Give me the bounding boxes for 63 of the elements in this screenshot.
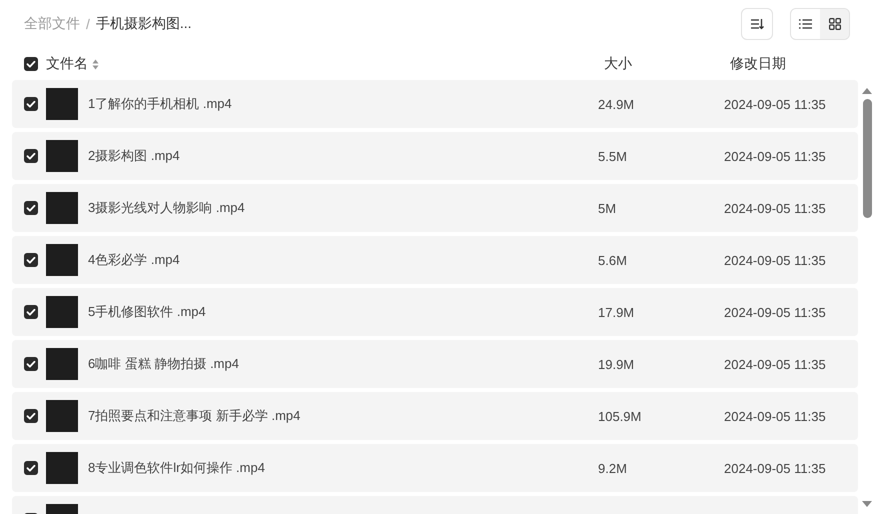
- checkbox[interactable]: [24, 149, 38, 163]
- file-row[interactable]: 4色彩必学 .mp4 5.6M 2024-09-05 11:35: [12, 236, 858, 284]
- checkbox[interactable]: [24, 201, 38, 215]
- video-thumbnail: [46, 192, 78, 224]
- column-header[interactable]: 修改日期: [730, 55, 786, 71]
- sort-button[interactable]: [741, 8, 773, 40]
- file-size: 105.9M: [598, 408, 642, 424]
- scrollbar-thumb[interactable]: [862, 99, 872, 218]
- file-name: 4色彩必学 .mp4: [88, 251, 181, 269]
- grid-view-icon: [828, 18, 840, 30]
- current-folder: 手机摄影构图...: [96, 15, 192, 33]
- file-row[interactable]: 5手机修图软件 .mp4 17.9M 2024-09-05 11:35: [12, 288, 858, 336]
- file-name: 5手机修图软件 .mp4: [88, 303, 207, 321]
- modified-date: 2024-09-05 11:35: [724, 148, 826, 164]
- video-thumbnail: [46, 140, 78, 172]
- checkbox[interactable]: [24, 357, 38, 371]
- file-row[interactable]: 1了解你的手机相机 .mp4 24.9M 2024-09-05 11:35: [12, 80, 858, 128]
- modified-date: 2024-09-05 11:35: [724, 356, 826, 372]
- file-row[interactable]: 3摄影光线对人物影响 .mp4 5M 2024-09-05 11:35: [12, 184, 858, 232]
- checkbox[interactable]: [24, 461, 38, 475]
- scroll-up-icon[interactable]: [862, 88, 872, 94]
- file-row[interactable]: 7拍照要点和注意事项 新手必学 .mp4 105.9M 2024-09-05 11:35: [12, 392, 858, 440]
- file-name: 3摄影光线对人物影响 .mp4: [88, 199, 246, 217]
- modified-date: 2024-09-05 11:35: [724, 304, 826, 320]
- list-view-button[interactable]: [791, 9, 820, 39]
- checkbox[interactable]: [24, 409, 38, 423]
- file-size: 9.2M: [598, 460, 628, 476]
- video-thumbnail: [46, 296, 78, 328]
- file-row[interactable]: 8专业调色软件lr如何操作 .mp4 9.2M 2024-09-05 11:35: [12, 444, 858, 492]
- file-size: 24.9M: [598, 96, 636, 112]
- modified-date: 2024-09-05 11:35: [724, 408, 826, 424]
- file-name: 1了解你的手机相机 .mp4: [88, 95, 233, 113]
- video-thumbnail: [46, 348, 78, 380]
- video-thumbnail: [46, 400, 78, 432]
- file-size: 19.9M: [598, 356, 636, 372]
- video-thumbnail: [46, 88, 78, 120]
- file-size: 5M: [598, 200, 618, 216]
- checkbox[interactable]: [24, 253, 38, 267]
- modified-date: 2024-09-05 11:35: [724, 200, 826, 216]
- breadcrumb-separator: /: [86, 16, 90, 32]
- checkbox[interactable]: [24, 97, 38, 111]
- modified-date: 2024-09-05 11:35: [724, 460, 826, 476]
- modified-date: 2024-09-05 11:35: [724, 252, 826, 268]
- checkbox[interactable]: [24, 305, 38, 319]
- file-name: 7拍照要点和注意事项 新手必学 .mp4: [88, 407, 302, 425]
- video-thumbnail: [46, 452, 78, 484]
- file-name: 8专业调色软件lr如何操作 .mp4: [88, 459, 266, 477]
- file-size: 17.9M: [598, 304, 636, 320]
- video-thumbnail: [46, 244, 78, 276]
- file-name: 2摄影构图 .mp4: [88, 147, 181, 165]
- column-header[interactable]: 文件名: [46, 55, 88, 73]
- modified-date: 2024-09-05 11:35: [724, 96, 826, 112]
- column-header[interactable]: 大小: [604, 55, 632, 71]
- list-view-icon: [799, 19, 812, 29]
- scroll-down-icon[interactable]: [862, 501, 872, 507]
- file-row[interactable]: 6咖啡 蛋糕 静物拍摄 .mp4 19.9M 2024-09-05 11:35: [12, 340, 858, 388]
- sort-icon: [750, 18, 764, 30]
- file-name: 6咖啡 蛋糕 静物拍摄 .mp4: [88, 355, 240, 373]
- file-size: 5.6M: [598, 252, 628, 268]
- checkbox[interactable]: [24, 57, 38, 71]
- file-size: 5.5M: [598, 148, 628, 164]
- sort-arrows-icon[interactable]: [92, 58, 99, 70]
- file-row[interactable]: 2摄影构图 .mp4 5.5M 2024-09-05 11:35: [12, 132, 858, 180]
